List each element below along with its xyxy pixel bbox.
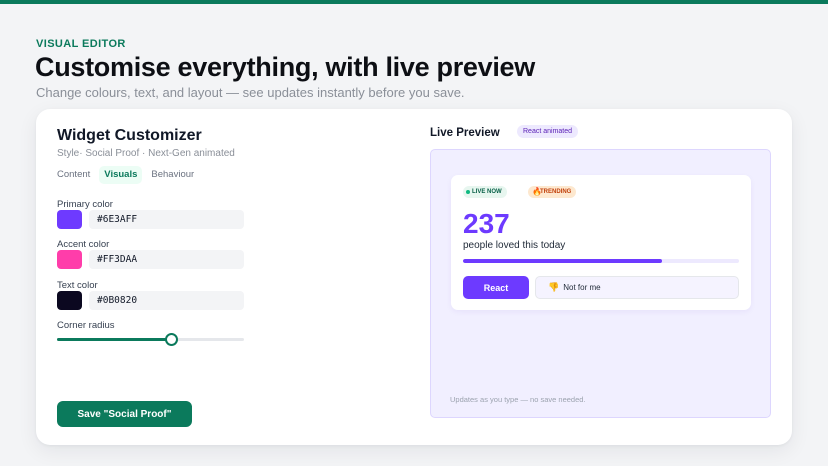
- trending-text: TRENDING: [540, 189, 572, 195]
- primary-color-input[interactable]: [89, 210, 244, 229]
- live-now-pill: LIVE NOW: [463, 186, 507, 198]
- page-title: Customise everything, with live preview: [35, 52, 535, 82]
- editor-card: Widget Customizer Style· Social Proof · …: [36, 109, 792, 445]
- tab-behaviour[interactable]: Behaviour: [146, 166, 199, 184]
- primary-color-swatch[interactable]: [57, 210, 82, 229]
- eyebrow-label: VISUAL EDITOR: [36, 38, 126, 50]
- primary-color-label: Primary color: [57, 199, 113, 210]
- tab-content[interactable]: Content: [52, 166, 95, 184]
- fire-icon: 🔥: [532, 187, 542, 196]
- corner-radius-fill: [57, 338, 172, 341]
- tab-visuals[interactable]: Visuals: [99, 166, 143, 184]
- corner-radius-label: Corner radius: [57, 320, 115, 331]
- loves-progress-fill: [463, 259, 662, 263]
- editor-title: Widget Customizer: [57, 127, 202, 144]
- preview-canvas: LIVE NOW 🔥 TRENDING 237 people loved thi…: [430, 149, 771, 418]
- live-dot-icon: [466, 190, 470, 194]
- thumbs-down-icon: 👎: [548, 282, 560, 292]
- live-preview-label: Live Preview: [430, 127, 500, 139]
- not-for-me-label: Not for me: [563, 283, 601, 292]
- page-subtitle: Change colours, text, and layout — see u…: [36, 85, 465, 100]
- accent-color-input[interactable]: [89, 250, 244, 269]
- loves-count: 237: [463, 208, 510, 239]
- corner-radius-thumb[interactable]: [165, 333, 179, 346]
- react-animated-badge: React animated: [517, 125, 579, 138]
- loves-caption: people loved this today: [463, 240, 566, 251]
- preview-footnote: Updates as you type — no save needed.: [450, 395, 586, 404]
- text-color-label: Text color: [57, 280, 98, 291]
- top-accent-bar: [0, 0, 828, 4]
- accent-color-swatch[interactable]: [57, 250, 82, 269]
- editor-tabs: Content Visuals Behaviour: [52, 166, 199, 184]
- accent-color-label: Accent color: [57, 239, 110, 250]
- live-now-text: LIVE NOW: [472, 189, 502, 195]
- save-button[interactable]: Save "Social Proof": [57, 401, 192, 427]
- react-button[interactable]: React: [463, 276, 529, 299]
- trending-pill: 🔥 TRENDING: [528, 186, 577, 198]
- loves-progress-bar: [463, 259, 739, 263]
- text-color-input[interactable]: [89, 291, 244, 310]
- social-proof-widget: LIVE NOW 🔥 TRENDING 237 people loved thi…: [451, 175, 751, 310]
- corner-radius-slider[interactable]: [57, 333, 244, 346]
- editor-subtitle: Style· Social Proof · Next-Gen animated: [57, 148, 235, 159]
- not-for-me-button[interactable]: 👎 Not for me: [535, 276, 739, 299]
- text-color-swatch[interactable]: [57, 291, 82, 310]
